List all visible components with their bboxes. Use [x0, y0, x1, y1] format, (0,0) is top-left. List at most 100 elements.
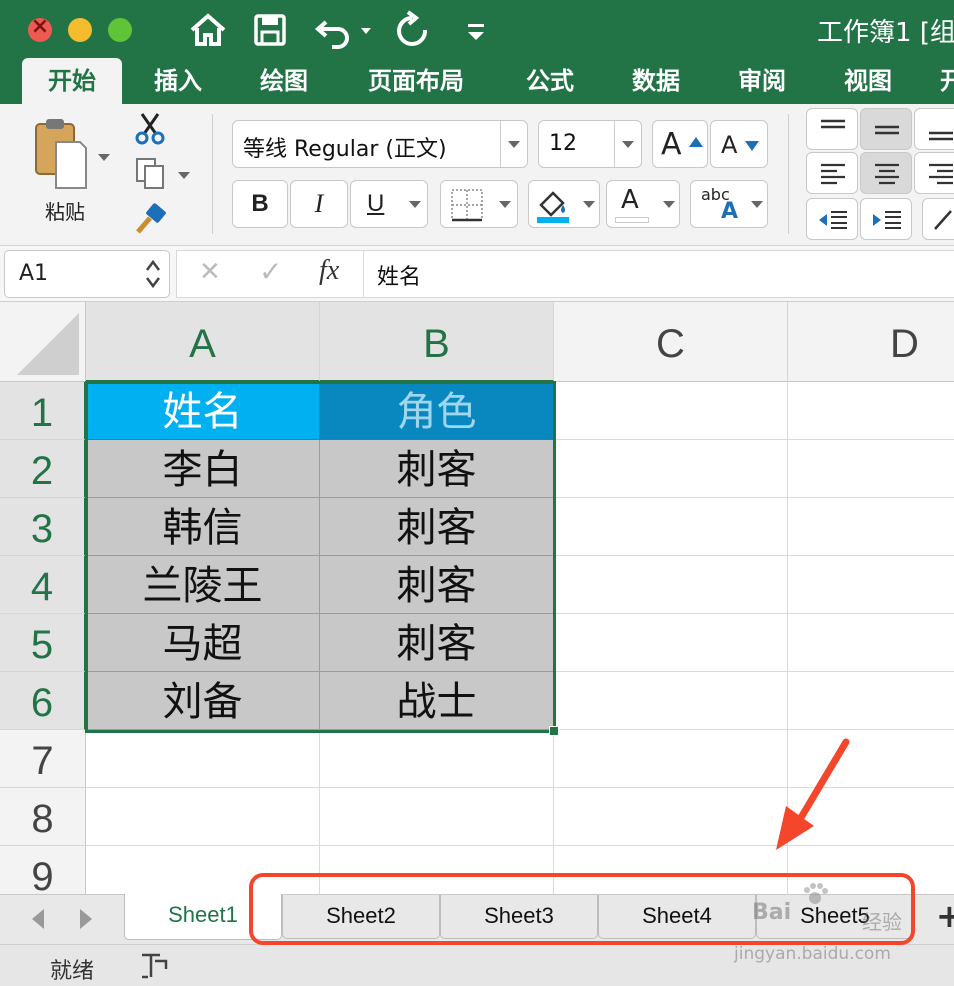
- row-header-6[interactable]: 6: [0, 672, 86, 730]
- cell-b2[interactable]: 刺客: [320, 440, 554, 498]
- tab-view[interactable]: 视图: [824, 58, 912, 104]
- tab-page-layout[interactable]: 页面布局: [350, 58, 482, 104]
- formula-input[interactable]: ✕ ✓ fx 姓名: [176, 250, 954, 298]
- cell-d8[interactable]: [788, 788, 954, 846]
- increase-font-button[interactable]: A: [652, 120, 708, 168]
- undo-icon[interactable]: [314, 8, 354, 52]
- select-all-button[interactable]: [0, 302, 86, 382]
- phonetic-button[interactable]: abc A: [690, 180, 768, 228]
- fill-color-button[interactable]: [528, 180, 600, 228]
- cell-a2[interactable]: 李白: [86, 440, 320, 498]
- copy-dropdown-icon[interactable]: [178, 172, 190, 179]
- paste-dropdown-icon[interactable]: [98, 154, 110, 161]
- orientation-button[interactable]: [922, 198, 954, 240]
- function-icon[interactable]: fx: [319, 255, 339, 287]
- cell-d4[interactable]: [788, 556, 954, 614]
- row-header-7[interactable]: 7: [0, 730, 86, 788]
- row-header-1[interactable]: 1: [0, 382, 86, 440]
- underline-button[interactable]: U: [350, 180, 428, 228]
- cell-a8[interactable]: [86, 788, 320, 846]
- align-left-button[interactable]: [806, 152, 858, 194]
- scroll-tabs-right-icon[interactable]: [80, 909, 92, 929]
- cut-icon[interactable]: [132, 110, 168, 146]
- cancel-icon[interactable]: ✕: [199, 257, 221, 287]
- scroll-tabs-left-icon[interactable]: [32, 909, 44, 929]
- column-header-c[interactable]: C: [554, 302, 788, 382]
- save-icon[interactable]: [252, 8, 288, 52]
- align-center-button[interactable]: [860, 152, 912, 194]
- row-header-2[interactable]: 2: [0, 440, 86, 498]
- cell-b4[interactable]: 刺客: [320, 556, 554, 614]
- name-box[interactable]: A1: [4, 250, 170, 298]
- align-top-button[interactable]: [806, 108, 858, 150]
- tab-data[interactable]: 数据: [612, 58, 700, 104]
- decrease-font-button[interactable]: A: [710, 120, 768, 168]
- cell-d7[interactable]: [788, 730, 954, 788]
- column-header-d[interactable]: D: [788, 302, 954, 382]
- cell-a4[interactable]: 兰陵王: [86, 556, 320, 614]
- tab-review[interactable]: 审阅: [718, 58, 806, 104]
- row-header-4[interactable]: 4: [0, 556, 86, 614]
- enter-icon[interactable]: ✓: [259, 255, 282, 288]
- increase-indent-button[interactable]: [860, 198, 912, 240]
- cell-a5[interactable]: 马超: [86, 614, 320, 672]
- copy-icon[interactable]: [134, 156, 168, 192]
- italic-button[interactable]: I: [290, 180, 348, 228]
- borders-button[interactable]: [440, 180, 518, 228]
- home-icon[interactable]: [188, 8, 228, 52]
- cell-b6[interactable]: 战士: [320, 672, 554, 730]
- row-header-8[interactable]: 8: [0, 788, 86, 846]
- paste-button[interactable]: 粘贴: [20, 114, 110, 224]
- name-box-stepper-icon[interactable]: [145, 254, 161, 294]
- undo-dropdown-icon[interactable]: [358, 8, 374, 52]
- cell-b3[interactable]: 刺客: [320, 498, 554, 556]
- row-header-5[interactable]: 5: [0, 614, 86, 672]
- cell-d5[interactable]: [788, 614, 954, 672]
- column-header-a[interactable]: A: [86, 302, 320, 382]
- cell-a3[interactable]: 韩信: [86, 498, 320, 556]
- cell-c4[interactable]: [554, 556, 788, 614]
- tab-draw[interactable]: 绘图: [240, 58, 328, 104]
- minimize-window-button[interactable]: [68, 18, 92, 42]
- cell-b1[interactable]: 角色: [320, 382, 554, 440]
- cell-a1[interactable]: 姓名: [86, 382, 320, 440]
- add-sheet-button[interactable]: +: [936, 897, 954, 935]
- cell-d1[interactable]: [788, 382, 954, 440]
- font-name-select[interactable]: 等线 Regular (正文): [232, 120, 528, 168]
- zoom-window-button[interactable]: [108, 18, 132, 42]
- redo-icon[interactable]: [392, 8, 432, 52]
- cell-b5[interactable]: 刺客: [320, 614, 554, 672]
- format-painter-icon[interactable]: [132, 202, 168, 238]
- row-header-9[interactable]: 9: [0, 846, 86, 894]
- cell-c2[interactable]: [554, 440, 788, 498]
- cell-d2[interactable]: [788, 440, 954, 498]
- font-color-button[interactable]: A: [606, 180, 680, 228]
- cell-a7[interactable]: [86, 730, 320, 788]
- macro-record-icon[interactable]: [138, 949, 170, 981]
- align-bottom-button[interactable]: [914, 108, 954, 150]
- cell-b7[interactable]: [320, 730, 554, 788]
- decrease-indent-button[interactable]: [806, 198, 858, 240]
- tab-home[interactable]: 开始: [22, 58, 122, 104]
- tab-formulas[interactable]: 公式: [506, 58, 594, 104]
- cell-b8[interactable]: [320, 788, 554, 846]
- align-right-button[interactable]: [914, 152, 954, 194]
- cell-c6[interactable]: [554, 672, 788, 730]
- align-middle-button[interactable]: [860, 108, 912, 150]
- tab-more[interactable]: 开: [940, 58, 954, 104]
- tab-insert[interactable]: 插入: [134, 58, 222, 104]
- cell-c8[interactable]: [554, 788, 788, 846]
- row-header-3[interactable]: 3: [0, 498, 86, 556]
- customize-icon[interactable]: [462, 8, 490, 52]
- bold-button[interactable]: B: [232, 180, 288, 228]
- column-header-b[interactable]: B: [320, 302, 554, 382]
- cell-d3[interactable]: [788, 498, 954, 556]
- close-window-button[interactable]: [28, 14, 52, 42]
- cell-d6[interactable]: [788, 672, 954, 730]
- font-size-select[interactable]: 12: [538, 120, 642, 168]
- fill-handle[interactable]: [549, 726, 559, 736]
- cell-a6[interactable]: 刘备: [86, 672, 320, 730]
- cell-c1[interactable]: [554, 382, 788, 440]
- cell-c5[interactable]: [554, 614, 788, 672]
- cell-c3[interactable]: [554, 498, 788, 556]
